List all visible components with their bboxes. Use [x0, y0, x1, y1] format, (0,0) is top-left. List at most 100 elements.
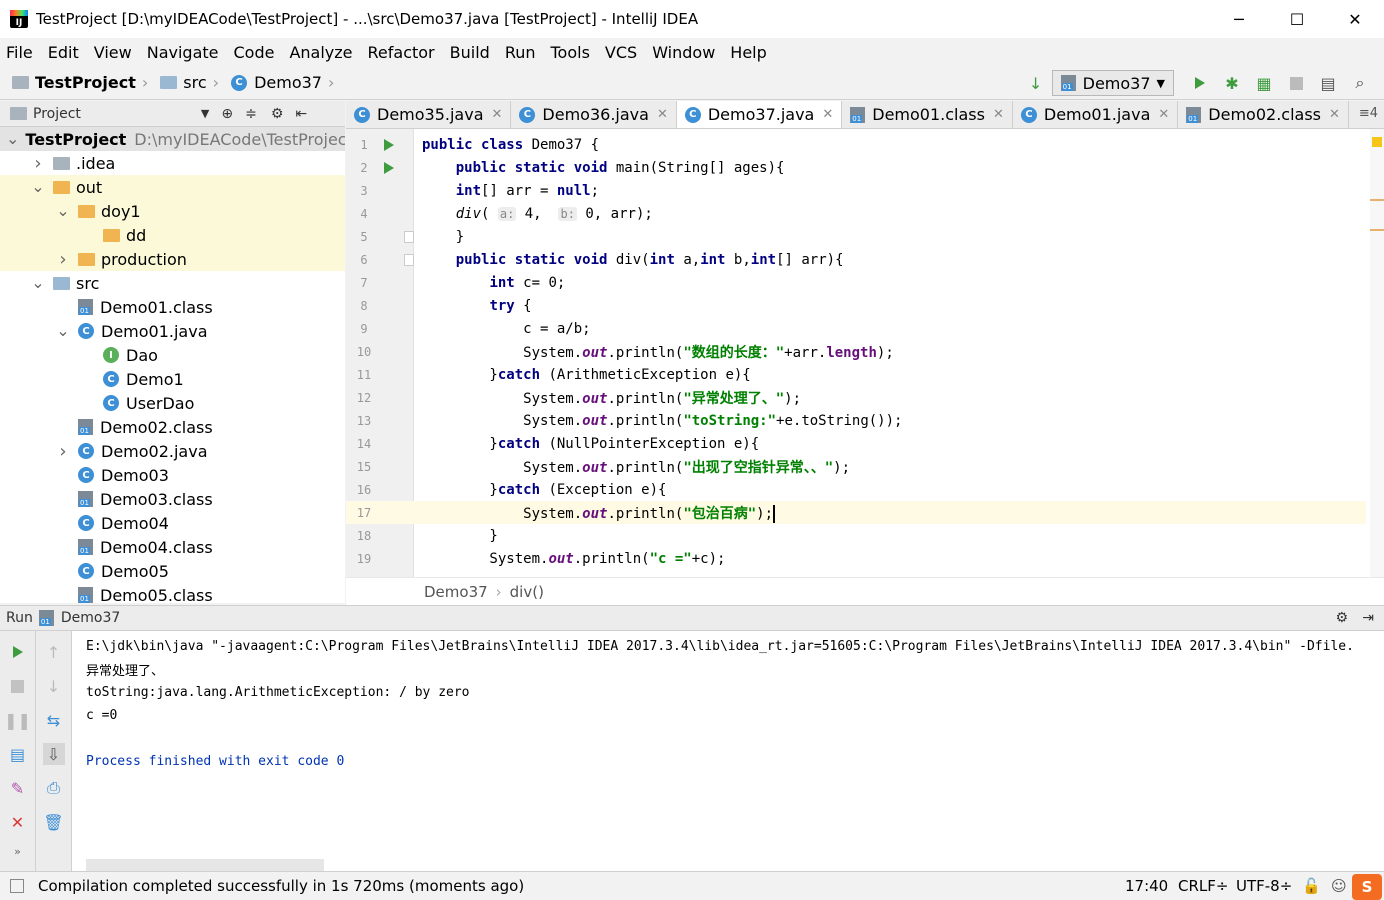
- code-line[interactable]: 1 public class Demo37 {: [346, 133, 1366, 156]
- layout-icon[interactable]: ▤: [7, 743, 29, 765]
- menu-tools[interactable]: Tools: [551, 43, 590, 62]
- sort-icon[interactable]: ↓: [1025, 72, 1047, 94]
- tree-item[interactable]: C Demo1: [0, 367, 345, 391]
- tree-item[interactable]: Demo05.class: [0, 583, 345, 603]
- code-line[interactable]: 6 public static void div(int a,int b,int…: [346, 248, 1366, 271]
- fold-icon[interactable]: [382, 230, 414, 243]
- tree-item[interactable]: ⌄ out: [0, 175, 345, 199]
- tree-item[interactable]: Demo03.class: [0, 487, 345, 511]
- code-line[interactable]: 8 try {: [346, 294, 1366, 317]
- tab-demo02-class[interactable]: Demo02.class ✕: [1178, 101, 1349, 128]
- maximize-button[interactable]: ☐: [1268, 0, 1326, 38]
- debug-icon[interactable]: ✱: [1221, 72, 1243, 94]
- menu-window[interactable]: Window: [652, 43, 715, 62]
- caret-position[interactable]: 17:40: [1125, 877, 1168, 895]
- chevron-right-icon[interactable]: ›: [56, 249, 70, 270]
- fold-icon[interactable]: [382, 253, 414, 266]
- run-console[interactable]: E:\jdk\bin\java "-javaagent:C:\Program F…: [72, 631, 1384, 871]
- locate-icon[interactable]: ⊕: [221, 106, 233, 122]
- breadcrumb-project[interactable]: TestProject ›: [12, 73, 148, 92]
- collapse-all-icon[interactable]: ≑: [245, 106, 257, 122]
- editor-breadcrumb-method[interactable]: div(): [510, 583, 544, 601]
- code-editor[interactable]: 1 public class Demo37 {2 public static vo…: [346, 129, 1384, 577]
- code-line[interactable]: 4 div( a: 4, b: 0, arr);: [346, 202, 1366, 225]
- tree-item[interactable]: ⌄ doy1: [0, 199, 345, 223]
- menu-view[interactable]: View: [94, 43, 132, 62]
- code-line[interactable]: 12 System.out.println("异常处理了、");: [346, 386, 1366, 409]
- menu-vcs[interactable]: VCS: [605, 43, 637, 62]
- rerun-icon[interactable]: [7, 641, 29, 663]
- close-icon[interactable]: ✕: [993, 107, 1004, 122]
- tree-item[interactable]: C Demo04: [0, 511, 345, 535]
- lock-icon[interactable]: 🔓: [1302, 877, 1321, 895]
- menu-help[interactable]: Help: [730, 43, 766, 62]
- tab-demo01-class[interactable]: Demo01.class ✕: [842, 101, 1013, 128]
- close-icon[interactable]: ✕: [1158, 107, 1169, 122]
- tree-item[interactable]: Demo02.class: [0, 415, 345, 439]
- tree-item[interactable]: C UserDao: [0, 391, 345, 415]
- error-stripe-mark[interactable]: [1370, 199, 1384, 201]
- stop-icon[interactable]: [1285, 72, 1307, 94]
- code-line[interactable]: 11 }catch (ArithmeticException e){: [346, 363, 1366, 386]
- menu-build[interactable]: Build: [450, 43, 490, 62]
- code-line[interactable]: 2 public static void main(String[] ages)…: [346, 156, 1366, 179]
- run-gutter-icon[interactable]: [382, 161, 414, 174]
- tree-item[interactable]: C Demo05: [0, 559, 345, 583]
- breadcrumb-src[interactable]: src ›: [160, 73, 219, 92]
- run-icon[interactable]: [1189, 72, 1211, 94]
- print-icon[interactable]: ⎙: [43, 777, 65, 799]
- tree-item[interactable]: › .idea: [0, 151, 345, 175]
- menu-run[interactable]: Run: [505, 43, 536, 62]
- tree-item[interactable]: I Dao: [0, 343, 345, 367]
- run-gutter-icon[interactable]: [382, 138, 414, 151]
- tree-item[interactable]: C Demo03: [0, 463, 345, 487]
- pin-icon[interactable]: ✎: [7, 777, 29, 799]
- inspector-icon[interactable]: ☺: [1331, 877, 1347, 895]
- code-line[interactable]: 5 }: [346, 225, 1366, 248]
- menu-refactor[interactable]: Refactor: [368, 43, 435, 62]
- ime-logo-icon[interactable]: S: [1352, 874, 1382, 900]
- hide-icon[interactable]: ⇥: [1362, 610, 1374, 626]
- soft-wrap-icon[interactable]: ⇆: [43, 709, 65, 731]
- search-icon[interactable]: ⌕: [1349, 72, 1371, 94]
- code-line[interactable]: 3 int[] arr = null;: [346, 179, 1366, 202]
- tab-demo37-java[interactable]: C Demo37.java ✕: [676, 101, 843, 128]
- error-stripe-mark[interactable]: [1370, 229, 1384, 231]
- close-icon[interactable]: ✕: [657, 107, 668, 122]
- tab-demo01-java[interactable]: C Demo01.java ✕: [1013, 101, 1179, 128]
- tree-item[interactable]: › production: [0, 247, 345, 271]
- tree-item[interactable]: ⌄ C Demo01.java: [0, 319, 345, 343]
- editor-breadcrumb-class[interactable]: Demo37: [424, 583, 488, 601]
- status-message[interactable]: Compilation completed successfully in 1s…: [38, 877, 524, 895]
- trash-icon[interactable]: 🗑: [43, 811, 65, 833]
- close-icon[interactable]: ✕: [822, 107, 833, 122]
- editor-scrollbar[interactable]: [1370, 129, 1384, 577]
- run-panel-label[interactable]: Run: [6, 610, 33, 626]
- tree-item[interactable]: Demo01.class: [0, 295, 345, 319]
- code-line[interactable]: 10 System.out.println("数组的长度："+arr.lengt…: [346, 340, 1366, 363]
- up-arrow-icon[interactable]: ↑: [43, 641, 65, 663]
- chevron-down-icon[interactable]: ▼: [201, 107, 209, 120]
- chevron-down-icon[interactable]: ⌄: [6, 131, 19, 147]
- menu-code[interactable]: Code: [234, 43, 275, 62]
- gear-icon[interactable]: ⚙: [1335, 610, 1348, 626]
- breadcrumb-class[interactable]: C Demo37 ›: [231, 73, 334, 92]
- more-icon[interactable]: »: [0, 845, 35, 858]
- toolwindow-toggle-icon[interactable]: [10, 879, 24, 893]
- pause-icon[interactable]: ❚❚: [4, 709, 31, 731]
- tree-item[interactable]: Demo04.class: [0, 535, 345, 559]
- code-line[interactable]: 14 }catch (NullPointerException e){: [346, 432, 1366, 455]
- code-line[interactable]: 19 System.out.println("c ="+c);: [346, 547, 1366, 570]
- scroll-to-end-icon[interactable]: ⇩: [42, 743, 65, 765]
- chevron-right-icon[interactable]: ›: [31, 153, 45, 174]
- console-scrollbar[interactable]: [86, 859, 324, 871]
- line-separator[interactable]: CRLF÷: [1178, 877, 1228, 895]
- code-line[interactable]: 7 int c= 0;: [346, 271, 1366, 294]
- tree-item[interactable]: ⌄ TestProject D:\myIDEACode\TestProjec: [0, 127, 345, 151]
- tabs-overflow-button[interactable]: ≡4: [1359, 106, 1378, 121]
- menu-navigate[interactable]: Navigate: [147, 43, 219, 62]
- code-line[interactable]: 15 System.out.println("出现了空指针异常、、");: [346, 455, 1366, 478]
- run-config-select[interactable]: Demo37 ▼: [1051, 70, 1174, 96]
- code-line[interactable]: 9 c = a/b;: [346, 317, 1366, 340]
- hide-icon[interactable]: ⇤: [295, 106, 307, 122]
